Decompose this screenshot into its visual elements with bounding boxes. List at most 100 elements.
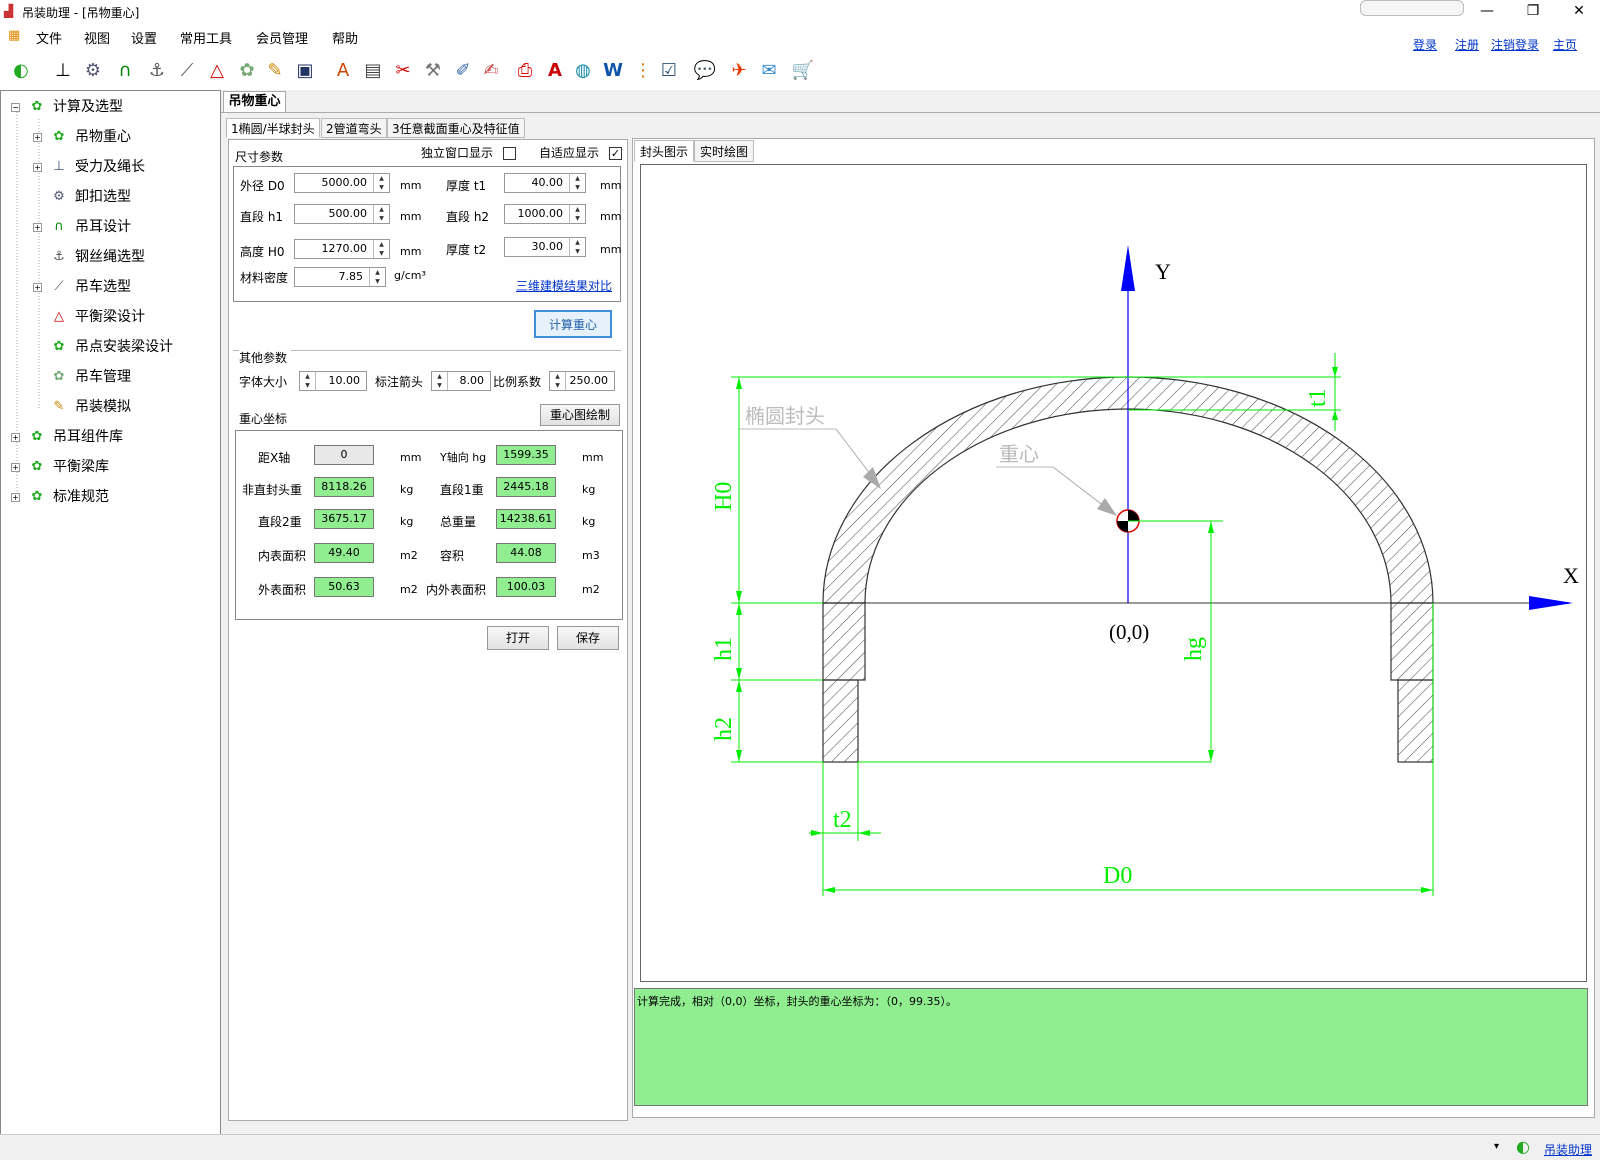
cart-icon[interactable]: 🛒 [790,57,816,83]
logout-link[interactable]: 注销登录 [1491,36,1539,53]
H0-label: H0 [711,482,737,511]
expand-icon[interactable]: + [33,283,42,292]
tree-item-label: 卸扣选型 [75,189,131,205]
status-app-link[interactable]: 吊装助理 [1544,1141,1592,1158]
pdf-icon[interactable]: ⎙ [512,57,538,83]
chart-icon[interactable]: ⋮ [630,57,656,83]
crane-icon: ⟋ [54,279,64,294]
register-link[interactable]: 注册 [1455,36,1479,53]
t2-label: t2 [833,807,852,833]
unit-label: m2 [400,583,418,596]
compare-link[interactable]: 三维建模结果对比 [516,277,612,294]
standalone-checkbox[interactable] [503,147,516,160]
home-link[interactable]: 主页 [1553,36,1577,53]
spin-arrows-icon[interactable]: ▲ ▼ [569,205,585,223]
collapse-icon[interactable]: − [11,103,20,112]
crane-icon[interactable]: ⟋ [174,57,200,83]
lug-icon[interactable]: ∩ [112,57,138,83]
mdi-icon[interactable]: ▦ [8,28,20,43]
library-icon: ✿ [31,489,43,504]
tree-root-label: 平衡梁库 [53,459,109,475]
calc-cg-button[interactable]: 计算重心 [534,310,612,338]
globe-icon[interactable]: ◍ [570,57,596,83]
doc-tab-cg[interactable]: 吊物重心 [223,91,286,113]
spin-arrows-icon[interactable]: ▲ ▼ [569,174,585,192]
straight2-input[interactable]: 1000.00 ▲ ▼ [504,204,586,224]
brush-icon[interactable]: ✍ [478,57,504,83]
beam-icon[interactable]: △ [204,57,230,83]
tab-elliptical-head[interactable]: 1椭圆/半球封头 [226,118,320,138]
paint-icon[interactable]: ✐ [450,57,476,83]
save-button[interactable]: 保存 [557,626,619,650]
mount-icon[interactable]: ✿ [234,57,260,83]
spin-arrows-icon[interactable]: ▲ ▼ [373,240,389,258]
total-weight-label: 总重量 [440,515,477,529]
outer-diameter-input[interactable]: 5000.00 ▲ ▼ [294,173,390,193]
menu-view[interactable]: 视图 [84,28,110,47]
spin-arrows-icon[interactable]: ▲ ▼ [569,238,585,256]
tree-item-label: 吊装模拟 [75,399,131,415]
scale-input[interactable]: ▲ ▼ 250.00 [549,371,615,391]
spin-arrows-icon[interactable]: ▲ ▼ [550,372,566,390]
font-size-input[interactable]: ▲ ▼ 10.00 [299,371,367,391]
restore-button[interactable]: ❐ [1510,0,1556,22]
menu-members[interactable]: 会员管理 [256,28,308,47]
app-icon: ▟ [4,4,14,18]
menu-settings[interactable]: 设置 [131,28,157,47]
force-icon[interactable]: ⊥ [50,57,76,83]
tree-root-label: 计算及选型 [53,99,123,115]
tab-pipe-elbow[interactable]: 2管道弯头 [321,118,387,138]
spin-arrows-icon[interactable]: ▲ ▼ [432,372,448,390]
note-icon[interactable]: ☑ [656,57,682,83]
plugin-icon[interactable]: ✈ [726,57,752,83]
tab-realtime-drawing[interactable]: 实时绘图 [694,140,755,162]
thick1-input[interactable]: 40.00 ▲ ▼ [504,173,586,193]
height-input[interactable]: 1270.00 ▲ ▼ [294,239,390,259]
text-icon[interactable]: A [542,57,568,83]
cut-icon[interactable]: ✂ [390,57,416,83]
spin-arrows-icon[interactable]: ▲ ▼ [300,372,316,390]
expand-icon[interactable]: + [11,463,20,472]
dropdown-icon[interactable]: ▾ [1494,1141,1499,1152]
other-group: 其他参数 字体大小 ▲ ▼ 10.00 标注箭头 ▲ ▼ 8.00 比例系数 ▲ ▼ … [233,349,621,402]
simulate-icon[interactable]: ✎ [262,57,288,83]
x-dist-label: 距X轴 [258,451,291,465]
tab-any-section[interactable]: 3任意截面重心及特征值 [387,118,525,138]
open-button[interactable]: 打开 [487,626,549,650]
spin-arrows-icon[interactable]: ▲ ▼ [369,268,385,286]
adaptive-checkbox[interactable]: ✓ [609,147,622,160]
manage-icon[interactable]: ▣ [292,57,318,83]
update-icon[interactable]: ✉ [756,57,782,83]
rope-icon[interactable]: ⚓ [144,57,170,83]
thick2-input[interactable]: 30.00 ▲ ▼ [504,237,586,257]
minimize-button[interactable]: — [1464,0,1510,22]
spin-arrows-icon[interactable]: ▲ ▼ [373,205,389,223]
tool-icon[interactable]: ⚒ [420,57,446,83]
expand-icon[interactable]: + [11,493,20,502]
login-link[interactable]: 登录 [1413,36,1437,53]
expand-icon[interactable]: + [33,133,42,142]
menu-help[interactable]: 帮助 [332,28,358,47]
calc-icon[interactable]: ▤ [360,57,386,83]
drawing-icon[interactable]: A [330,57,356,83]
menu-file[interactable]: 文件 [36,28,62,47]
menu-tools[interactable]: 常用工具 [180,28,232,47]
density-input[interactable]: 7.85 ▲ ▼ [294,267,386,287]
logo-icon[interactable]: ◐ [8,57,34,83]
density-unit: g/cm³ [394,269,426,282]
help-icon[interactable]: 💬 [692,57,718,83]
expand-icon[interactable]: + [33,223,42,232]
origin-label: (0,0) [1109,620,1149,644]
arrow-input[interactable]: ▲ ▼ 8.00 [431,371,491,391]
cg-draw-button[interactable]: 重心图绘制 [540,404,620,426]
expand-icon[interactable]: + [11,433,20,442]
shackle-icon[interactable]: ⚙ [80,57,106,83]
spin-arrows-icon[interactable]: ▲ ▼ [373,174,389,192]
pen-handle[interactable] [1360,0,1464,16]
scale-label: 比例系数 [493,375,542,389]
expand-icon[interactable]: + [33,163,42,172]
straight1-input[interactable]: 500.00 ▲ ▼ [294,204,390,224]
tab-head-diagram[interactable]: 封头图示 [634,140,695,162]
close-button[interactable]: ✕ [1556,0,1600,22]
word-icon[interactable]: W [600,57,626,83]
